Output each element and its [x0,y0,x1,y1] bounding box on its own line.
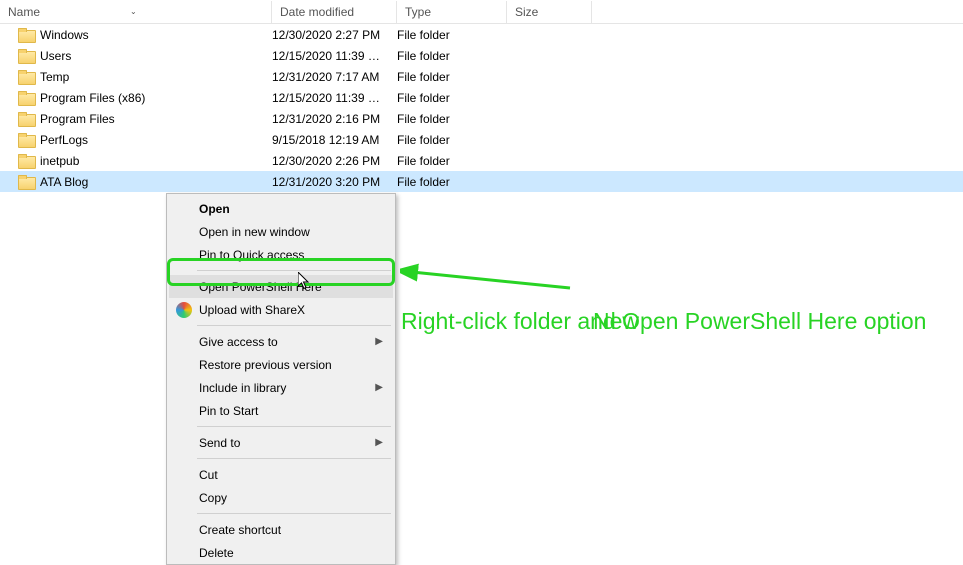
file-name: inetpub [40,154,272,168]
submenu-arrow-icon: ▶ [375,382,383,393]
menu-label: Copy [199,491,227,505]
file-date: 12/15/2020 11:39 … [272,49,397,63]
menu-separator [197,458,391,459]
submenu-arrow-icon: ▶ [375,437,383,448]
annotation-new-label: New [593,308,639,335]
menu-label: Create shortcut [199,523,281,537]
file-row[interactable]: Users12/15/2020 11:39 …File folder [0,45,963,66]
file-type: File folder [397,175,507,189]
file-row[interactable]: inetpub12/30/2020 2:26 PMFile folder [0,150,963,171]
annotation-arrow-icon [400,258,580,298]
menu-label: Cut [199,468,218,482]
menu-label: Send to [199,436,240,450]
menu-label: Open in new window [199,225,310,239]
file-list: Windows12/30/2020 2:27 PMFile folderUser… [0,24,963,192]
menu-open-powershell-here[interactable]: Open PowerShell Here [169,275,393,298]
menu-separator [197,426,391,427]
file-row[interactable]: Program Files12/31/2020 2:16 PMFile fold… [0,108,963,129]
file-name: ATA Blog [40,175,272,189]
file-date: 12/30/2020 2:27 PM [272,28,397,42]
context-menu: Open Open in new window Pin to Quick acc… [166,193,396,565]
file-name: Users [40,49,272,63]
file-row[interactable]: Program Files (x86)12/15/2020 11:39 …Fil… [0,87,963,108]
folder-icon [18,154,34,168]
folder-icon [18,91,34,105]
file-row[interactable]: Temp12/31/2020 7:17 AMFile folder [0,66,963,87]
file-type: File folder [397,28,507,42]
folder-icon [18,70,34,84]
file-row[interactable]: Windows12/30/2020 2:27 PMFile folder [0,24,963,45]
menu-open-new-window[interactable]: Open in new window [169,220,393,243]
menu-copy[interactable]: Copy [169,486,393,509]
folder-icon [18,49,34,63]
menu-label: Include in library [199,381,286,395]
column-header-size[interactable]: Size [507,1,592,23]
menu-label: Delete [199,546,234,560]
file-name: Program Files [40,112,272,126]
folder-icon [18,112,34,126]
file-type: File folder [397,154,507,168]
submenu-arrow-icon: ▶ [375,336,383,347]
menu-label: Pin to Quick access [199,248,304,262]
file-date: 9/15/2018 12:19 AM [272,133,397,147]
menu-give-access-to[interactable]: Give access to ▶ [169,330,393,353]
menu-create-shortcut[interactable]: Create shortcut [169,518,393,541]
sharex-icon [176,302,192,318]
menu-label: Restore previous version [199,358,332,372]
file-date: 12/31/2020 2:16 PM [272,112,397,126]
menu-label: Pin to Start [199,404,258,418]
menu-upload-sharex[interactable]: Upload with ShareX [169,298,393,321]
menu-send-to[interactable]: Send to ▶ [169,431,393,454]
menu-label: Open PowerShell Here [199,280,322,294]
file-date: 12/31/2020 7:17 AM [272,70,397,84]
menu-separator [197,270,391,271]
file-row[interactable]: PerfLogs9/15/2018 12:19 AMFile folder [0,129,963,150]
menu-separator [197,513,391,514]
column-label: Size [515,5,538,19]
menu-cut[interactable]: Cut [169,463,393,486]
file-name: Windows [40,28,272,42]
column-header-type[interactable]: Type [397,1,507,23]
menu-label: Open [199,202,230,216]
sort-indicator-icon: ⌄ [130,7,137,16]
file-date: 12/30/2020 2:26 PM [272,154,397,168]
file-name: Temp [40,70,272,84]
column-label: Name [8,5,40,19]
file-name: Program Files (x86) [40,91,272,105]
file-type: File folder [397,112,507,126]
menu-delete[interactable]: Delete [169,541,393,564]
column-header-date[interactable]: Date modified [272,1,397,23]
folder-icon [18,175,34,189]
folder-icon [18,28,34,42]
menu-label: Upload with ShareX [199,303,305,317]
menu-pin-quick-access[interactable]: Pin to Quick access [169,243,393,266]
file-name: PerfLogs [40,133,272,147]
file-type: File folder [397,133,507,147]
menu-pin-to-start[interactable]: Pin to Start [169,399,393,422]
column-label: Date modified [280,5,354,19]
column-label: Type [405,5,431,19]
folder-icon [18,133,34,147]
menu-open[interactable]: Open [169,197,393,220]
file-type: File folder [397,91,507,105]
file-type: File folder [397,49,507,63]
menu-label: Give access to [199,335,278,349]
file-date: 12/31/2020 3:20 PM [272,175,397,189]
column-header-row: Name ⌄ Date modified Type Size [0,0,963,24]
file-row[interactable]: ATA Blog12/31/2020 3:20 PMFile folder [0,171,963,192]
annotation-text: Right-click folder and Open PowerShell H… [401,308,926,335]
menu-include-in-library[interactable]: Include in library ▶ [169,376,393,399]
column-header-name[interactable]: Name ⌄ [0,1,272,23]
menu-separator [197,325,391,326]
file-type: File folder [397,70,507,84]
file-date: 12/15/2020 11:39 … [272,91,397,105]
menu-restore-previous[interactable]: Restore previous version [169,353,393,376]
